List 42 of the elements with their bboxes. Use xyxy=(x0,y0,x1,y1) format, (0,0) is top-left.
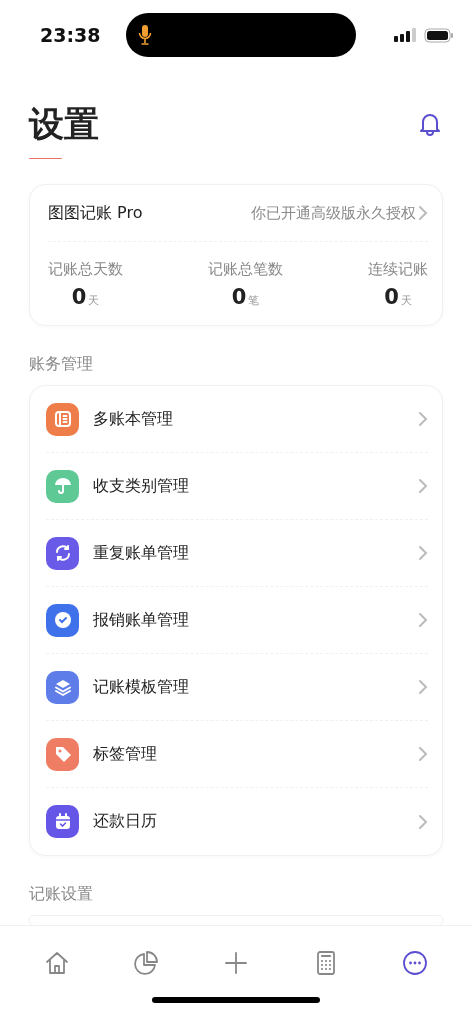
menu-item[interactable]: 记账模板管理 xyxy=(46,654,428,722)
menu-item[interactable]: 多账本管理 xyxy=(46,386,428,454)
chevron-icon xyxy=(418,478,428,495)
menu-item[interactable]: 标签管理 xyxy=(46,721,428,789)
chevron-icon xyxy=(418,746,428,763)
status-time: 23:38 xyxy=(40,24,102,46)
menu-item[interactable]: 重复账单管理 xyxy=(46,520,428,588)
battery-icon xyxy=(424,27,454,43)
pro-name: 图图记账 Pro xyxy=(48,202,143,224)
stat-label: 连续记账 xyxy=(368,260,428,280)
license-link[interactable]: 你已开通高级版永久授权 xyxy=(251,203,428,223)
home-icon xyxy=(43,950,70,976)
stat-value: 0 xyxy=(231,285,247,310)
chevron-icon xyxy=(418,205,428,222)
section-title: 记账设置 xyxy=(29,884,94,906)
menu-item[interactable]: 报销账单管理 xyxy=(46,587,428,655)
stat-unit: 天 xyxy=(88,293,100,309)
stat-value: 0 xyxy=(384,285,399,310)
chevron-icon xyxy=(418,411,428,428)
notification-button[interactable] xyxy=(417,111,443,137)
stat-unit: 天 xyxy=(400,293,412,309)
section-title: 账务管理 xyxy=(29,354,94,376)
umbrella-icon xyxy=(52,476,73,497)
chevron-icon xyxy=(418,813,428,830)
pie-chart-icon xyxy=(133,950,160,976)
stat-label: 记账总天数 xyxy=(48,260,123,280)
chevron-icon xyxy=(418,545,428,562)
more-icon xyxy=(402,950,429,976)
page-title: 设置 xyxy=(29,103,99,146)
check-badge-icon xyxy=(52,610,73,631)
menu-item[interactable]: 收支类别管理 xyxy=(46,453,428,521)
signal-icon xyxy=(394,28,416,42)
plus-icon xyxy=(223,950,249,976)
stat-value: 0 xyxy=(71,285,87,310)
title-underline xyxy=(29,158,62,159)
stat-unit: 笔 xyxy=(248,293,260,309)
layers-icon xyxy=(52,677,73,698)
stat-label: 记账总笔数 xyxy=(208,260,283,280)
chevron-icon xyxy=(418,679,428,696)
menu-item[interactable]: 还款日历 xyxy=(46,788,428,856)
chevron-icon xyxy=(418,612,428,629)
book-icon xyxy=(53,410,72,429)
